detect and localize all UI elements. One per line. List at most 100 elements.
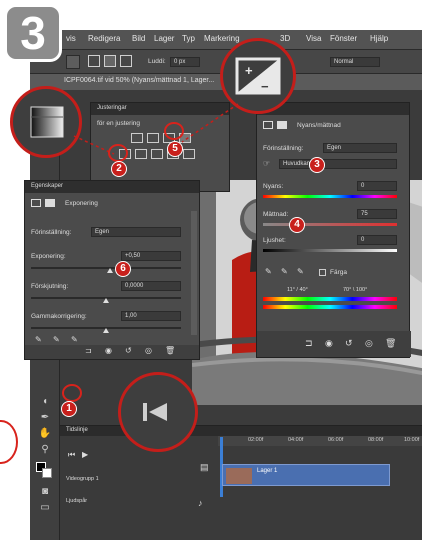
gamma-value-input[interactable]: 1,00 (121, 311, 181, 321)
quick-mask-icon[interactable]: ◙ (38, 486, 52, 498)
menu-item-select[interactable]: Markering (204, 34, 240, 43)
reset-icon[interactable]: ↺ (125, 346, 132, 355)
callout-6: 6 (116, 262, 130, 276)
photo-filter-icon[interactable] (183, 149, 195, 159)
menu-item-help[interactable]: Hjälp (370, 34, 388, 43)
hue-slider[interactable] (263, 195, 397, 198)
menu-item-3d[interactable]: 3D (280, 34, 290, 43)
subtract-selection-icon[interactable] (120, 55, 132, 67)
video-clip[interactable]: Lager 1 (222, 464, 390, 486)
exposure-panel-title: Exponering (65, 200, 98, 207)
feather-input[interactable]: 0 px (170, 57, 200, 67)
time-mark: 08:00f (368, 437, 384, 443)
dodge-tool-icon[interactable]: ◖ (38, 396, 52, 408)
delete-icon[interactable]: 🗑 (385, 338, 396, 349)
exposure-preset-select[interactable]: Egen (91, 227, 181, 237)
style-select[interactable]: Normal (330, 57, 380, 67)
go-to-first-frame-large-icon (143, 403, 167, 421)
first-frame-magnifier (118, 372, 198, 452)
visibility-icon[interactable]: ◎ (145, 346, 152, 355)
menu-item-file[interactable]: vis (66, 34, 76, 43)
hue-range-bar-top (263, 297, 397, 301)
new-selection-icon[interactable] (88, 55, 100, 67)
time-ruler[interactable]: 02:00f 04:00f 06:00f 08:00f 10:00f (218, 436, 422, 446)
properties-tab[interactable]: Egenskaper (31, 183, 63, 189)
adjustments-tab[interactable]: Justeringar (97, 105, 127, 111)
saturation-value-input[interactable]: 75 (357, 209, 397, 219)
levels-icon[interactable] (147, 133, 159, 143)
lightness-value-input[interactable]: 0 (357, 235, 397, 245)
eyedropper-icon[interactable]: ✎ (265, 267, 272, 276)
reset-icon[interactable]: ↺ (345, 338, 353, 349)
eyedropper-minus-icon[interactable]: ✎ (297, 267, 304, 276)
colorize-checkbox[interactable] (319, 269, 326, 276)
menu-item-image[interactable]: Bild (132, 34, 145, 43)
mask-icon[interactable] (45, 199, 55, 207)
brightness-icon[interactable] (131, 133, 143, 143)
exposure-panel-scrollbar[interactable] (191, 211, 197, 335)
eyedropper-plus-icon[interactable]: ✎ (281, 267, 288, 276)
visibility-icon[interactable]: ◎ (365, 338, 373, 349)
eyedropper-black-icon[interactable]: ✎ (35, 335, 42, 344)
music-note-icon[interactable]: ♪ (198, 498, 203, 508)
add-selection-icon[interactable] (104, 55, 116, 67)
offset-slider-knob[interactable] (103, 298, 109, 303)
step-number-box: 3 (4, 4, 62, 62)
pen-tool-icon[interactable]: ✒ (38, 412, 52, 424)
offset-value-input[interactable]: 0,0000 (121, 281, 181, 291)
highlight-ring-5 (164, 122, 184, 140)
mask-icon[interactable] (277, 121, 287, 129)
adjustment-layer-icon (31, 199, 41, 207)
play-icon[interactable]: ▶ (82, 450, 88, 459)
hue-saturation-icon[interactable] (135, 149, 147, 159)
view-previous-icon[interactable]: ◉ (325, 338, 333, 349)
zoom-tool-icon[interactable]: ⚲ (38, 444, 52, 456)
targeted-adjust-icon[interactable]: ☞ (263, 159, 273, 169)
hand-tool-icon[interactable]: ✋ (38, 428, 52, 440)
eyedropper-white-icon[interactable]: ✎ (71, 335, 78, 344)
timeline-tab[interactable]: Tidslinje (66, 427, 88, 433)
time-mark: 10:00f (404, 437, 420, 443)
color-balance-icon[interactable] (151, 149, 163, 159)
adjustment-layer-icon (263, 121, 273, 129)
svg-text:−: − (261, 79, 269, 94)
screen-mode-icon[interactable]: ▭ (38, 502, 52, 514)
eyedropper-gray-icon[interactable]: ✎ (53, 335, 60, 344)
background-color-swatch[interactable] (42, 468, 52, 478)
view-previous-icon[interactable]: ◉ (105, 346, 112, 355)
step-number: 3 (20, 7, 46, 59)
callout-2: 2 (112, 162, 126, 176)
callout-3: 3 (310, 158, 324, 172)
film-strip-icon[interactable]: ▤ (200, 462, 209, 473)
range-left-label: 11° / 40° (287, 287, 308, 293)
menu-item-window[interactable]: Fönster (330, 34, 357, 43)
hue-label: Nyans: (263, 183, 284, 190)
time-mark: 06:00f (328, 437, 344, 443)
time-mark: 04:00f (288, 437, 304, 443)
exposure-slider-knob[interactable] (107, 268, 113, 273)
callout-5: 5 (168, 142, 182, 156)
timeline-header: Tidslinje (60, 426, 422, 436)
menu-item-type[interactable]: Typ (182, 34, 195, 43)
menu-item-edit[interactable]: Redigera (88, 34, 120, 43)
lightness-slider[interactable] (263, 249, 397, 252)
menu-item-layer[interactable]: Lager (154, 34, 174, 43)
clip-to-layer-icon[interactable]: ⊐ (305, 338, 313, 349)
hue-preset-select[interactable]: Egen (323, 143, 397, 153)
go-to-first-frame-icon[interactable]: ⏮ (68, 450, 75, 460)
saturation-slider[interactable] (263, 223, 397, 226)
exposure-value-input[interactable]: +0,50 (121, 251, 181, 261)
lightness-label: Ljushet: (263, 237, 286, 244)
menu-item-view[interactable]: Visa (306, 34, 321, 43)
highlight-ring-2 (108, 144, 128, 162)
hue-range-bar-bottom[interactable] (263, 305, 397, 309)
hue-value-input[interactable]: 0 (357, 181, 397, 191)
marquee-preset-icon[interactable] (66, 55, 80, 69)
clip-to-layer-icon[interactable]: ⊐ (85, 346, 92, 355)
gamma-slider-knob[interactable] (103, 328, 109, 333)
exposure-panel: Egenskaper Exponering Förinställning: Eg… (24, 180, 200, 360)
menu-bar: vis Redigera Bild Lager Typ Markering 3D… (30, 30, 422, 50)
exposure-slider[interactable] (31, 267, 181, 269)
channel-select[interactable]: Huvudkanal (279, 159, 397, 169)
delete-icon[interactable]: 🗑 (165, 346, 175, 355)
